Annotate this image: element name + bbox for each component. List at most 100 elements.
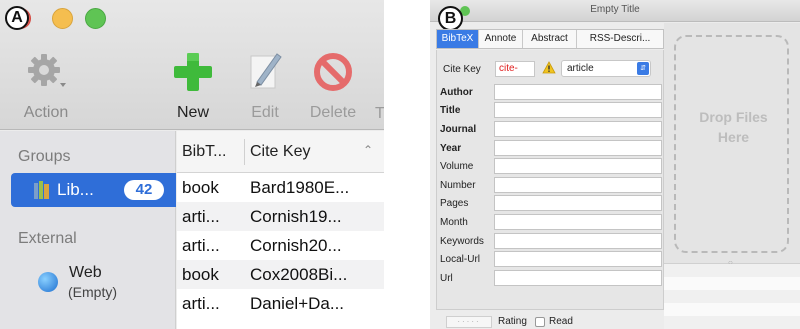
author-field[interactable]	[494, 84, 662, 100]
sidebar-item-web[interactable]: Web (Empty)	[38, 264, 168, 304]
publications-table: BibT... Cite Key ⌃ book Bard1980E... art…	[177, 131, 384, 329]
cell-cite-key: Bard1980E...	[250, 178, 350, 197]
file-pane: Drop Files Here ○	[664, 23, 800, 329]
list-item	[664, 277, 800, 290]
zoom-window-button[interactable]	[85, 8, 106, 29]
panel-label-b: B	[438, 6, 463, 31]
edit-button[interactable]: Edit	[240, 50, 290, 122]
edit-label: Edit	[251, 104, 279, 121]
bibtex-form: Cite Key cite- article ⇵ Author Title Jo…	[436, 50, 664, 310]
cell-cite-key: Cox2008Bi...	[250, 265, 348, 284]
sidebar-item-library[interactable]: Lib... 42	[11, 173, 176, 207]
cell-cite-key: Daniel+Da...	[250, 294, 345, 313]
plus-icon	[171, 50, 215, 94]
editor-tabs: BibTeX Annote Abstract RSS-Descri...	[436, 29, 664, 49]
field-label: Month	[440, 217, 468, 228]
globe-icon	[38, 272, 58, 292]
list-item	[664, 264, 800, 277]
file-list: ○	[664, 258, 800, 329]
drop-text-line-1: Drop Files	[699, 109, 768, 125]
pencil-icon	[243, 50, 287, 94]
table-row[interactable]: book Bard1980E...	[177, 173, 384, 202]
field-label: Keywords	[440, 236, 484, 247]
prohibit-icon	[311, 50, 355, 94]
cell-type: arti...	[182, 236, 220, 255]
table-row[interactable]: arti... Daniel+Da...	[177, 289, 384, 318]
pages-field[interactable]	[494, 195, 662, 211]
read-checkbox[interactable]	[535, 317, 545, 327]
library-name: Lib...	[57, 180, 94, 199]
read-label: Read	[549, 316, 573, 327]
table-row[interactable]: arti... Cornish20...	[177, 231, 384, 260]
chevron-updown-icon: ⇵	[637, 62, 649, 75]
cite-key-label: Cite Key	[443, 64, 481, 75]
column-header-type[interactable]: BibT...	[182, 143, 226, 161]
year-field[interactable]	[494, 140, 662, 156]
field-label: Local-Url	[440, 254, 481, 265]
web-status: (Empty)	[68, 284, 117, 300]
sort-ascending-icon[interactable]: ⌃	[363, 143, 373, 157]
web-name: Web	[69, 264, 102, 281]
window-title: Empty Title	[590, 4, 640, 15]
journal-field[interactable]	[494, 121, 662, 137]
field-label: Pages	[440, 198, 469, 209]
cell-cite-key: Cornish20...	[250, 236, 342, 255]
rating-label: Rating	[498, 316, 527, 327]
volume-field[interactable]	[494, 158, 662, 174]
cite-key-field[interactable]: cite-	[495, 61, 535, 77]
drop-files-text: Drop Files Here	[676, 107, 791, 147]
field-label: Title	[440, 105, 461, 116]
tab-annote[interactable]: Annote	[479, 30, 523, 48]
column-divider[interactable]	[244, 139, 245, 165]
field-label: Number	[440, 180, 476, 191]
cell-type: book	[182, 178, 219, 197]
delete-button[interactable]: Delete	[300, 50, 366, 122]
toolbar: A Action New Edit Delete T	[0, 0, 384, 130]
sidebar: Groups Lib... 42 External Web (Empty)	[0, 131, 176, 329]
list-item	[664, 303, 800, 316]
panel-a-main-window: A Action New Edit Delete T Groups Lib...…	[0, 0, 384, 329]
toolbar-overflow-label[interactable]: T	[375, 105, 384, 123]
list-item	[664, 290, 800, 303]
groups-header: Groups	[18, 148, 71, 165]
entry-type-value: article	[567, 63, 594, 74]
editor-title-bar: Empty Title	[430, 0, 800, 22]
rating-control[interactable]: ·····	[446, 316, 492, 328]
url-field[interactable]	[494, 270, 662, 286]
external-header: External	[18, 230, 77, 247]
local-url-field[interactable]	[494, 251, 662, 267]
table-row[interactable]: book Cox2008Bi...	[177, 260, 384, 289]
cell-type: arti...	[182, 207, 220, 226]
drop-zone[interactable]: Drop Files Here	[674, 35, 789, 253]
action-button[interactable]: Action	[16, 50, 76, 122]
cell-type: book	[182, 265, 219, 284]
tab-rss-description[interactable]: RSS-Descri...	[577, 30, 663, 48]
tab-bibtex[interactable]: BibTeX	[437, 30, 479, 48]
panel-label-a: A	[5, 6, 29, 30]
field-label: Year	[440, 143, 462, 154]
action-label: Action	[23, 104, 69, 121]
title-field[interactable]	[494, 102, 662, 118]
list-item	[664, 316, 800, 329]
cell-type: arti...	[182, 294, 220, 313]
new-button[interactable]: New	[168, 50, 218, 122]
table-row[interactable]: arti... Cornish19...	[177, 202, 384, 231]
library-icon	[33, 180, 51, 200]
field-label: Author	[440, 87, 473, 98]
minimize-window-button[interactable]	[52, 8, 73, 29]
table-header: BibT... Cite Key ⌃	[177, 131, 384, 173]
number-field[interactable]	[494, 177, 662, 193]
delete-label: Delete	[309, 104, 357, 121]
library-count-badge: 42	[124, 180, 164, 200]
warning-icon	[542, 61, 556, 75]
keywords-field[interactable]	[494, 233, 662, 249]
column-header-cite-key[interactable]: Cite Key	[250, 143, 310, 161]
field-label: Volume	[440, 161, 474, 172]
field-label: Journal	[440, 124, 477, 135]
new-label: New	[176, 104, 209, 121]
drop-text-line-2: Here	[717, 129, 750, 145]
entry-type-select[interactable]: article ⇵	[561, 60, 651, 77]
month-field[interactable]	[494, 214, 662, 230]
rating-bar: ····· Rating Read	[436, 312, 664, 329]
tab-abstract[interactable]: Abstract	[523, 30, 577, 48]
